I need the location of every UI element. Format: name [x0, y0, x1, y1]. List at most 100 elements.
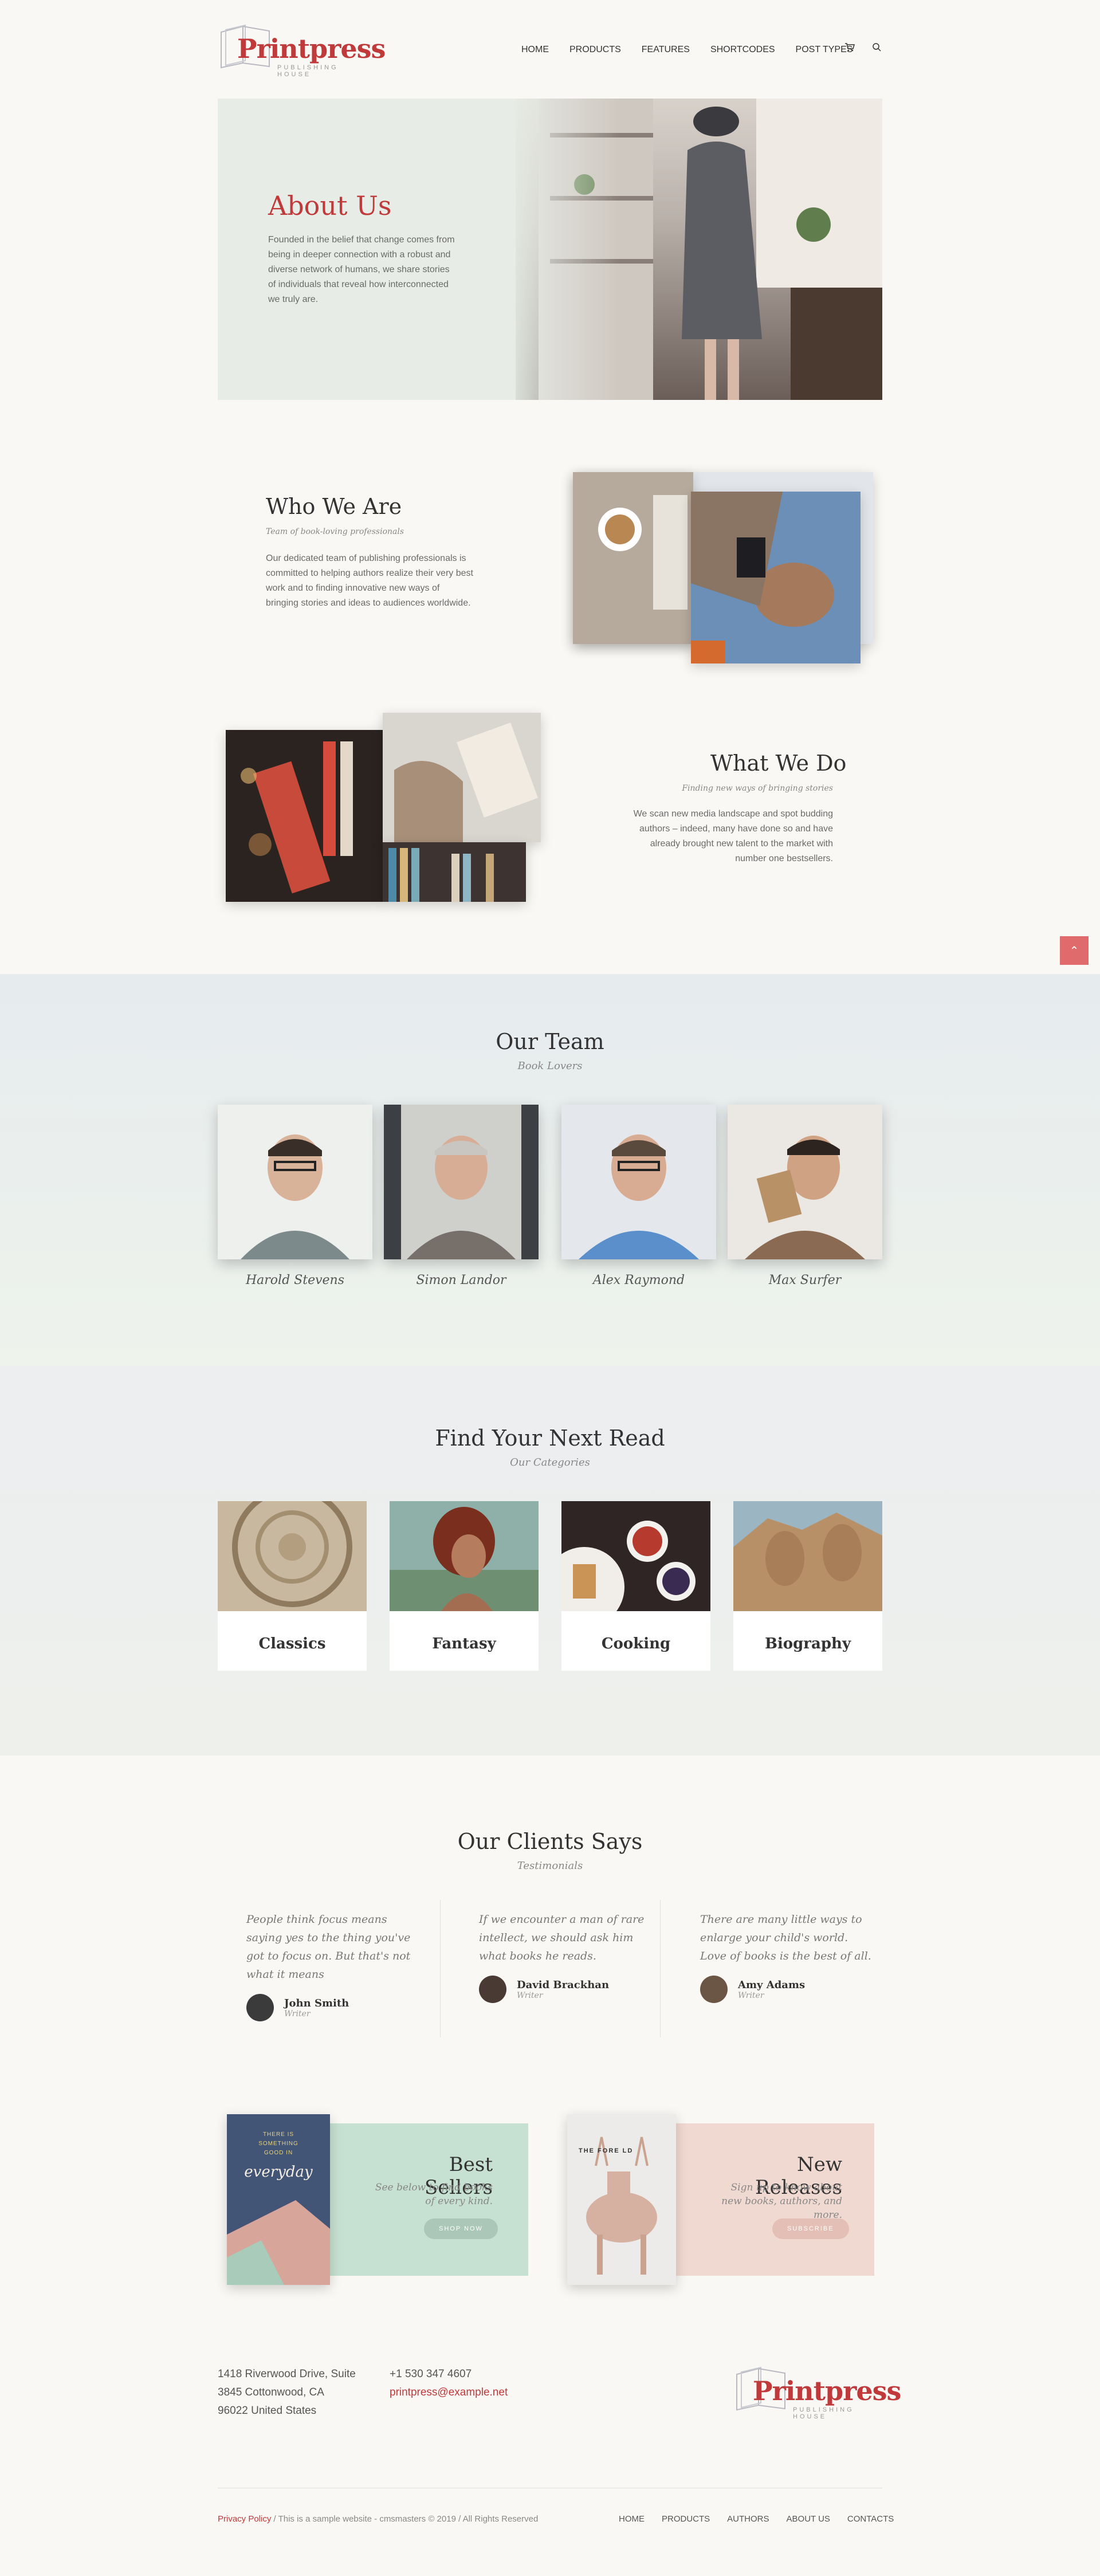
- header-icons: [844, 42, 881, 52]
- fantasy-image: [390, 1501, 539, 1611]
- testimonial-quote: There are many little ways to enlarge yo…: [700, 1913, 871, 1962]
- person-illustration: [728, 1105, 882, 1259]
- person-illustration: [384, 1105, 539, 1259]
- person-illustration: [561, 1105, 716, 1259]
- subscribe-button[interactable]: SUBSCRIBE: [772, 2218, 849, 2239]
- testimonial-author: David Brackhan Writer: [479, 1976, 651, 2003]
- reading-illustration: [394, 722, 538, 842]
- testimonial-role: Writer: [517, 1990, 543, 2000]
- nav-home[interactable]: HOME: [521, 45, 549, 55]
- team-title: Our Team: [496, 1029, 604, 1054]
- team-name-simon[interactable]: Simon Landor: [384, 1273, 539, 1287]
- person-illustration: [218, 1105, 372, 1259]
- category-label: Classics: [258, 1635, 326, 1652]
- team-photo-alex[interactable]: [561, 1105, 716, 1259]
- main-nav: HOME PRODUCTS FEATURES SHORTCODES POST T…: [521, 45, 852, 55]
- footer-nav-products[interactable]: PRODUCTS: [662, 2514, 710, 2524]
- category-card-cooking[interactable]: Cooking: [544, 1501, 710, 1671]
- hero-fade-overlay: [504, 99, 619, 400]
- cart-icon[interactable]: [844, 42, 855, 52]
- address-line: 1418 Riverwood Drive, Suite: [218, 2368, 356, 2380]
- team-subtitle: Book Lovers: [517, 1060, 583, 1072]
- what-photo-shelf: [226, 730, 384, 902]
- biography-image: [733, 1501, 882, 1611]
- testimonial-card: People think focus means saying yes to t…: [246, 1910, 418, 2021]
- arrow-up-icon: ⌃: [1069, 944, 1079, 957]
- team-photo-harold[interactable]: [218, 1105, 372, 1259]
- logo-text: Printpress: [753, 2375, 901, 2406]
- what-text: We scan new media landscape and spot bud…: [633, 809, 833, 863]
- divider: [440, 1900, 441, 2037]
- footer-contacts: +1 530 347 4607 printpress@example.net: [390, 2365, 508, 2402]
- search-icon[interactable]: [872, 42, 881, 52]
- who-photo-coffee: [573, 472, 693, 644]
- classics-image: [218, 1487, 367, 1611]
- testimonial-quote: People think focus means saying yes to t…: [246, 1913, 411, 1981]
- testimonials-subtitle: Testimonials: [517, 1860, 583, 1872]
- logo-subtitle: PUBLISHING HOUSE: [793, 2406, 854, 2420]
- category-label: Cooking: [601, 1635, 671, 1652]
- new-release-book: THE FORE LD: [567, 2114, 676, 2285]
- categories-subtitle: Our Categories: [510, 1456, 590, 1468]
- best-seller-book: THERE IS SOMETHING GOOD IN everyday: [227, 2114, 330, 2285]
- footer-nav: HOME PRODUCTS AUTHORS ABOUT US CONTACTS: [619, 2514, 894, 2524]
- coffee-cup-illustration: [598, 495, 688, 610]
- shop-now-button[interactable]: SHOP NOW: [424, 2218, 498, 2239]
- testimonial-author: Amy Adams Writer: [700, 1976, 872, 2003]
- who-title: Who We Are: [266, 494, 402, 519]
- avatar: [700, 1976, 728, 2003]
- testimonial-card: If we encounter a man of rare intellect,…: [479, 1910, 651, 2003]
- nav-features[interactable]: FEATURES: [642, 45, 690, 55]
- category-card-fantasy[interactable]: Fantasy: [390, 1501, 539, 1671]
- category-card-biography[interactable]: Biography: [733, 1501, 882, 1671]
- what-photo-reading: [383, 713, 541, 842]
- category-card-classics[interactable]: Classics: [218, 1487, 367, 1671]
- book-cover-title: THE FORE LD: [579, 2147, 634, 2154]
- footer-email[interactable]: printpress@example.net: [390, 2383, 508, 2402]
- category-label: Biography: [764, 1635, 851, 1652]
- team-photo-simon[interactable]: [384, 1105, 539, 1259]
- team-name-max[interactable]: Max Surfer: [728, 1273, 882, 1287]
- testimonial-name: Amy Adams: [738, 1978, 806, 1991]
- hero-banner: About Us Founded in the belief that chan…: [218, 99, 882, 400]
- copyright-text: / This is a sample website - cmsmasters …: [271, 2514, 539, 2524]
- who-text: Our dedicated team of publishing profess…: [266, 553, 473, 608]
- book-cover-tagline: THERE IS SOMETHING GOOD IN: [258, 2131, 298, 2156]
- footer-nav-about[interactable]: ABOUT US: [787, 2514, 830, 2524]
- footer-phone[interactable]: +1 530 347 4607: [390, 2365, 508, 2383]
- avatar: [479, 1976, 506, 2003]
- footer-address: 1418 Riverwood Drive, Suite 3845 Cottonw…: [218, 2365, 356, 2420]
- footer-logo[interactable]: Printpress PUBLISHING HOUSE: [733, 2365, 901, 2420]
- nav-shortcodes[interactable]: SHORTCODES: [710, 45, 775, 55]
- avatar: [246, 1994, 274, 2021]
- team-name-alex[interactable]: Alex Raymond: [561, 1273, 716, 1287]
- what-subtitle: Finding new ways of bringing stories: [682, 784, 833, 793]
- team-name-harold[interactable]: Harold Stevens: [218, 1273, 372, 1287]
- who-subtitle: Team of book-loving professionals: [266, 527, 404, 536]
- nav-products[interactable]: PRODUCTS: [569, 45, 621, 55]
- scroll-to-top-button[interactable]: ⌃: [1060, 936, 1089, 965]
- testimonial-quote: If we encounter a man of rare intellect,…: [479, 1913, 645, 1962]
- category-label: Fantasy: [432, 1635, 496, 1652]
- address-line: 96022 United States: [218, 2405, 317, 2417]
- categories-title: Find Your Next Read: [435, 1426, 665, 1451]
- logo-subtitle: PUBLISHING HOUSE: [277, 64, 339, 78]
- footer-nav-authors[interactable]: AUTHORS: [727, 2514, 769, 2524]
- what-photo-books: [383, 842, 526, 902]
- best-sellers-subtitle: See below to find books of every kind.: [375, 2182, 493, 2207]
- testimonial-name: John Smith: [284, 1997, 349, 2009]
- privacy-policy-link[interactable]: Privacy Policy: [218, 2514, 271, 2524]
- testimonials-title: Our Clients Says: [457, 1829, 643, 1854]
- hero-text: Founded in the belief that change comes …: [268, 235, 455, 304]
- logo[interactable]: Printpress PUBLISHING HOUSE: [218, 23, 386, 78]
- address-line: 3845 Cottonwood, CA: [218, 2386, 324, 2398]
- footer-nav-contacts[interactable]: CONTACTS: [847, 2514, 894, 2524]
- who-photo-reader: [691, 492, 861, 663]
- footer-nav-home[interactable]: HOME: [619, 2514, 645, 2524]
- divider: [660, 1900, 661, 2037]
- reader-illustration: [691, 492, 861, 663]
- team-photo-max[interactable]: [728, 1105, 882, 1259]
- categories-section: [0, 1366, 1100, 1756]
- testimonial-role: Writer: [738, 1990, 764, 2000]
- testimonial-name: David Brackhan: [517, 1978, 610, 1991]
